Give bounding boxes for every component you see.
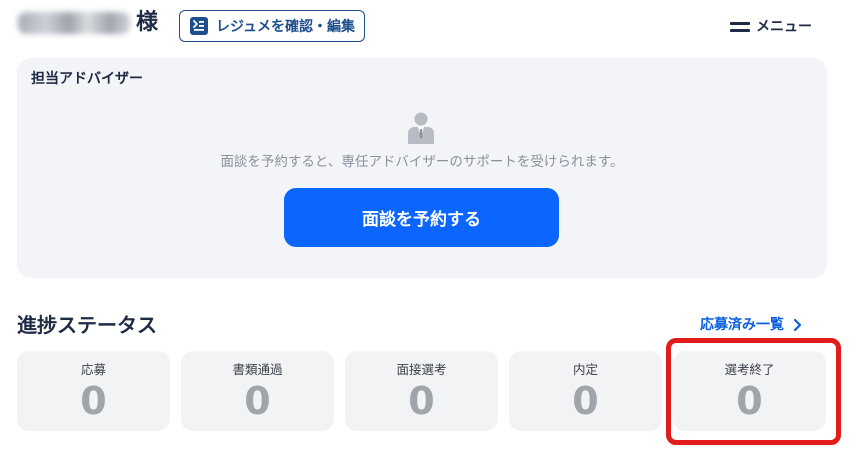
status-count: 0	[244, 379, 271, 423]
reserve-interview-label: 面談を予約する	[362, 210, 481, 229]
resume-icon	[190, 17, 208, 35]
advisor-title: 担当アドバイザー	[31, 71, 143, 87]
status-label: 内定	[572, 362, 598, 377]
status-label: 選考終了	[724, 362, 775, 377]
resume-edit-label: レジュメを確認・編集	[216, 19, 356, 35]
status-tile-offer[interactable]: 内定 0	[509, 351, 662, 431]
status-count: 0	[408, 379, 435, 423]
resume-edit-button[interactable]: レジュメを確認・編集	[179, 10, 365, 42]
header: 様 レジュメを確認・編集 メニュー	[0, 0, 856, 48]
status-tile-interview[interactable]: 面接選考 0	[345, 351, 498, 431]
status-count: 0	[572, 379, 599, 423]
status-label: 応募	[80, 362, 106, 377]
advisor-person-icon	[405, 111, 437, 145]
applied-list-label: 応募済み一覧	[700, 317, 784, 333]
advisor-message: 面談を予約すると、専任アドバイザーのサポートを受けられます。	[220, 154, 624, 170]
blurred-user-name	[18, 12, 130, 34]
status-tile-applied[interactable]: 応募 0	[17, 351, 170, 431]
status-count: 0	[80, 379, 107, 423]
status-tile-selection-ended[interactable]: 選考終了 0	[673, 351, 826, 431]
status-count: 0	[736, 379, 763, 423]
status-label: 書類通過	[232, 362, 283, 377]
chevron-right-icon	[792, 317, 804, 332]
honorific: 様	[136, 10, 159, 35]
progress-title: 進捗ステータス	[17, 313, 157, 337]
status-tile-document-passed[interactable]: 書類通過 0	[181, 351, 334, 431]
user-name: 様	[18, 8, 158, 38]
menu-icon	[730, 19, 750, 33]
reserve-interview-button[interactable]: 面談を予約する	[284, 188, 559, 247]
menu-button[interactable]: メニュー	[730, 14, 812, 38]
menu-label: メニュー	[756, 19, 812, 35]
applied-list-link[interactable]: 応募済み一覧	[700, 313, 804, 335]
advisor-card: 担当アドバイザー 面談を予約すると、専任アドバイザーのサポートを受けられます。 …	[17, 58, 827, 278]
status-label: 面接選考	[396, 362, 447, 377]
